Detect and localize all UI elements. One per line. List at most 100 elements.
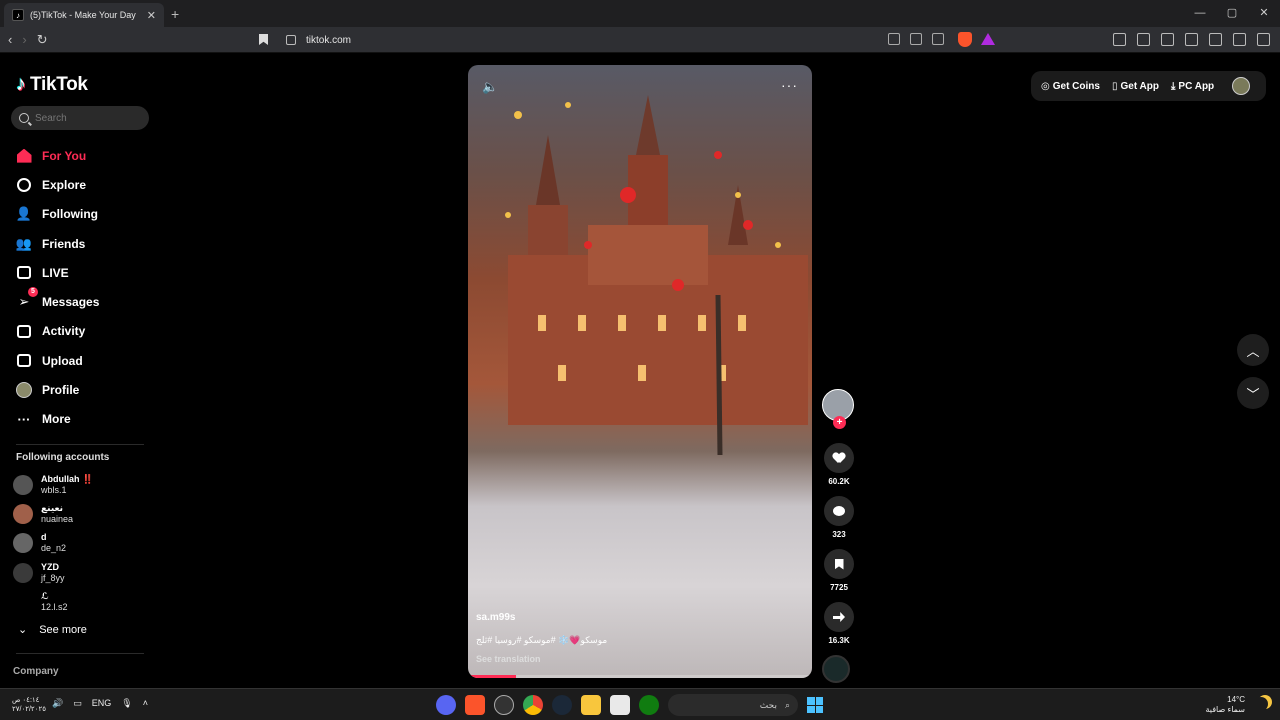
- share-action[interactable]: 16.3K: [822, 602, 856, 645]
- language-indicator[interactable]: ENG: [92, 698, 112, 709]
- wallet-icon[interactable]: [1185, 33, 1198, 46]
- account-name: نعينع: [41, 503, 63, 514]
- brave-rewards-icon[interactable]: [981, 33, 995, 45]
- no-translate-icon[interactable]: [888, 33, 900, 45]
- reload-icon[interactable]: ↻: [37, 32, 48, 48]
- creator-avatar[interactable]: +: [822, 389, 854, 429]
- moon-icon: [1254, 697, 1268, 711]
- vpn-icon[interactable]: [1233, 33, 1246, 46]
- video-author[interactable]: sa.m99s: [476, 612, 515, 623]
- media-icon[interactable]: [1137, 33, 1150, 46]
- volume-icon[interactable]: 🔈: [482, 79, 498, 95]
- speaker-icon[interactable]: 🔊: [52, 698, 63, 709]
- site-info-icon[interactable]: [286, 35, 296, 45]
- more-options-icon[interactable]: ···: [781, 77, 798, 93]
- company-link[interactable]: Company: [13, 666, 59, 677]
- browser-toolbar: ‹ › ↻ tiktok.com: [0, 27, 1280, 53]
- windows-start-icon[interactable]: [807, 697, 823, 713]
- brave-icon[interactable]: [465, 695, 485, 715]
- menu-for-you[interactable]: For You: [16, 141, 99, 170]
- menu-icon[interactable]: [1257, 33, 1270, 46]
- chrome-icon[interactable]: [523, 695, 543, 715]
- taskbar-search[interactable]: بحث ⌕: [668, 694, 798, 716]
- following-accounts-list: Abdullah ‼️ wbls.1 نعينع nuainea d de_n2 YZ…: [13, 470, 93, 617]
- microphone-icon[interactable]: 🎙: [121, 698, 132, 709]
- comment-action[interactable]: 323: [822, 496, 856, 539]
- next-video-button[interactable]: ﹀: [1237, 377, 1269, 409]
- progress-fill: [468, 675, 517, 678]
- clock-time: ٠٤:١٤ ص: [12, 697, 40, 704]
- avatar: [13, 592, 33, 613]
- get-coins-button[interactable]: ◎ Get Coins: [1041, 81, 1100, 92]
- close-window-icon[interactable]: ✕: [1248, 0, 1280, 27]
- menu-more[interactable]: ··· More: [16, 405, 99, 434]
- menu-explore[interactable]: Explore: [16, 170, 99, 199]
- discord-icon[interactable]: [436, 695, 456, 715]
- tiktok-logo[interactable]: ♪ TikTok: [16, 73, 88, 96]
- account-handle: wbls.1: [41, 484, 67, 495]
- url-text: tiktok.com: [306, 34, 352, 46]
- file-explorer-icon[interactable]: [581, 695, 601, 715]
- bookmark-icon[interactable]: [259, 34, 268, 45]
- user-avatar[interactable]: [1232, 77, 1251, 95]
- video-player[interactable]: 🔈 ··· sa.m99s موسكو💗❄️ #موسكو #روسيا #ثل…: [468, 65, 812, 678]
- brave-shields-icon[interactable]: [958, 32, 972, 47]
- new-tab-icon[interactable]: +: [171, 6, 179, 22]
- menu-live[interactable]: LIVE: [16, 258, 99, 287]
- following-account[interactable]: Abdullah ‼️ wbls.1: [13, 470, 93, 499]
- xbox-icon[interactable]: [639, 695, 659, 715]
- following-account[interactable]: d de_n2: [13, 529, 93, 558]
- steam-icon[interactable]: [552, 695, 572, 715]
- menu-profile[interactable]: Profile: [16, 375, 99, 404]
- save-action[interactable]: 7725: [822, 549, 856, 592]
- minimize-icon[interactable]: —: [1184, 0, 1216, 27]
- menu-friends[interactable]: 👥 Friends: [16, 229, 99, 258]
- search-box[interactable]: [11, 106, 149, 130]
- menu-following[interactable]: 👤 Following: [16, 200, 99, 229]
- menu-upload[interactable]: Upload: [16, 346, 99, 375]
- pc-app-button[interactable]: ⤓ PC App: [1171, 81, 1214, 92]
- tray-chevron-icon[interactable]: ˄: [143, 698, 148, 709]
- following-account[interactable]: ℒ 12.l.s2: [13, 588, 93, 617]
- music-disc-icon[interactable]: [822, 655, 850, 683]
- follow-plus-icon[interactable]: +: [833, 416, 846, 429]
- menu-activity[interactable]: Activity: [16, 317, 99, 346]
- video-frame-illustration: [505, 95, 808, 455]
- weather-widget[interactable]: 14°C سماء صافية: [1205, 695, 1245, 715]
- previous-video-button[interactable]: ︿: [1237, 334, 1269, 366]
- download-icon: ⤓: [1171, 80, 1176, 92]
- forward-icon[interactable]: ›: [22, 32, 26, 48]
- heart-icon: [833, 453, 845, 464]
- more-icon: ···: [17, 411, 31, 427]
- back-icon[interactable]: ‹: [8, 32, 12, 48]
- see-more-button[interactable]: ⌄ See more: [18, 623, 87, 637]
- temperature: 14°C: [1227, 695, 1245, 704]
- share-page-icon[interactable]: [932, 33, 944, 45]
- menu-label: Messages: [42, 295, 100, 310]
- store-icon[interactable]: [610, 695, 630, 715]
- screenshot-icon[interactable]: [1113, 33, 1126, 46]
- cast-icon[interactable]: [910, 33, 922, 45]
- tab-title: (5)TikTok - Make Your Day: [30, 10, 136, 20]
- leo-ai-icon[interactable]: [1209, 33, 1222, 46]
- video-progress-bar[interactable]: [468, 675, 812, 678]
- browser-tab[interactable]: ♪ (5)TikTok - Make Your Day ✕: [4, 3, 164, 27]
- like-action[interactable]: 60.2K: [822, 443, 856, 486]
- following-account[interactable]: YZD jf_8yy: [13, 558, 93, 587]
- share-count: 16.3K: [828, 636, 850, 645]
- clock[interactable]: ٠٤:١٤ ص ٢٧/٠٢/٢٠٢٥: [12, 696, 46, 714]
- menu-label: Profile: [42, 383, 80, 398]
- menu-label: LIVE: [42, 265, 69, 280]
- following-account[interactable]: نعينع nuainea: [13, 499, 93, 528]
- activity-icon: [17, 324, 31, 338]
- get-app-button[interactable]: ▯ Get App: [1112, 81, 1159, 92]
- see-translation-link[interactable]: See translation: [476, 654, 541, 664]
- sidebar-toggle-icon[interactable]: [1161, 33, 1174, 46]
- search-input[interactable]: [35, 112, 135, 124]
- network-icon[interactable]: ▭: [73, 698, 82, 709]
- app-icon[interactable]: [494, 695, 514, 715]
- menu-messages[interactable]: ➢ 5 Messages: [16, 287, 99, 316]
- account-name: Abdullah ‼️: [41, 473, 94, 484]
- maximize-icon[interactable]: ▢: [1216, 0, 1248, 27]
- close-tab-icon[interactable]: ✕: [147, 9, 156, 22]
